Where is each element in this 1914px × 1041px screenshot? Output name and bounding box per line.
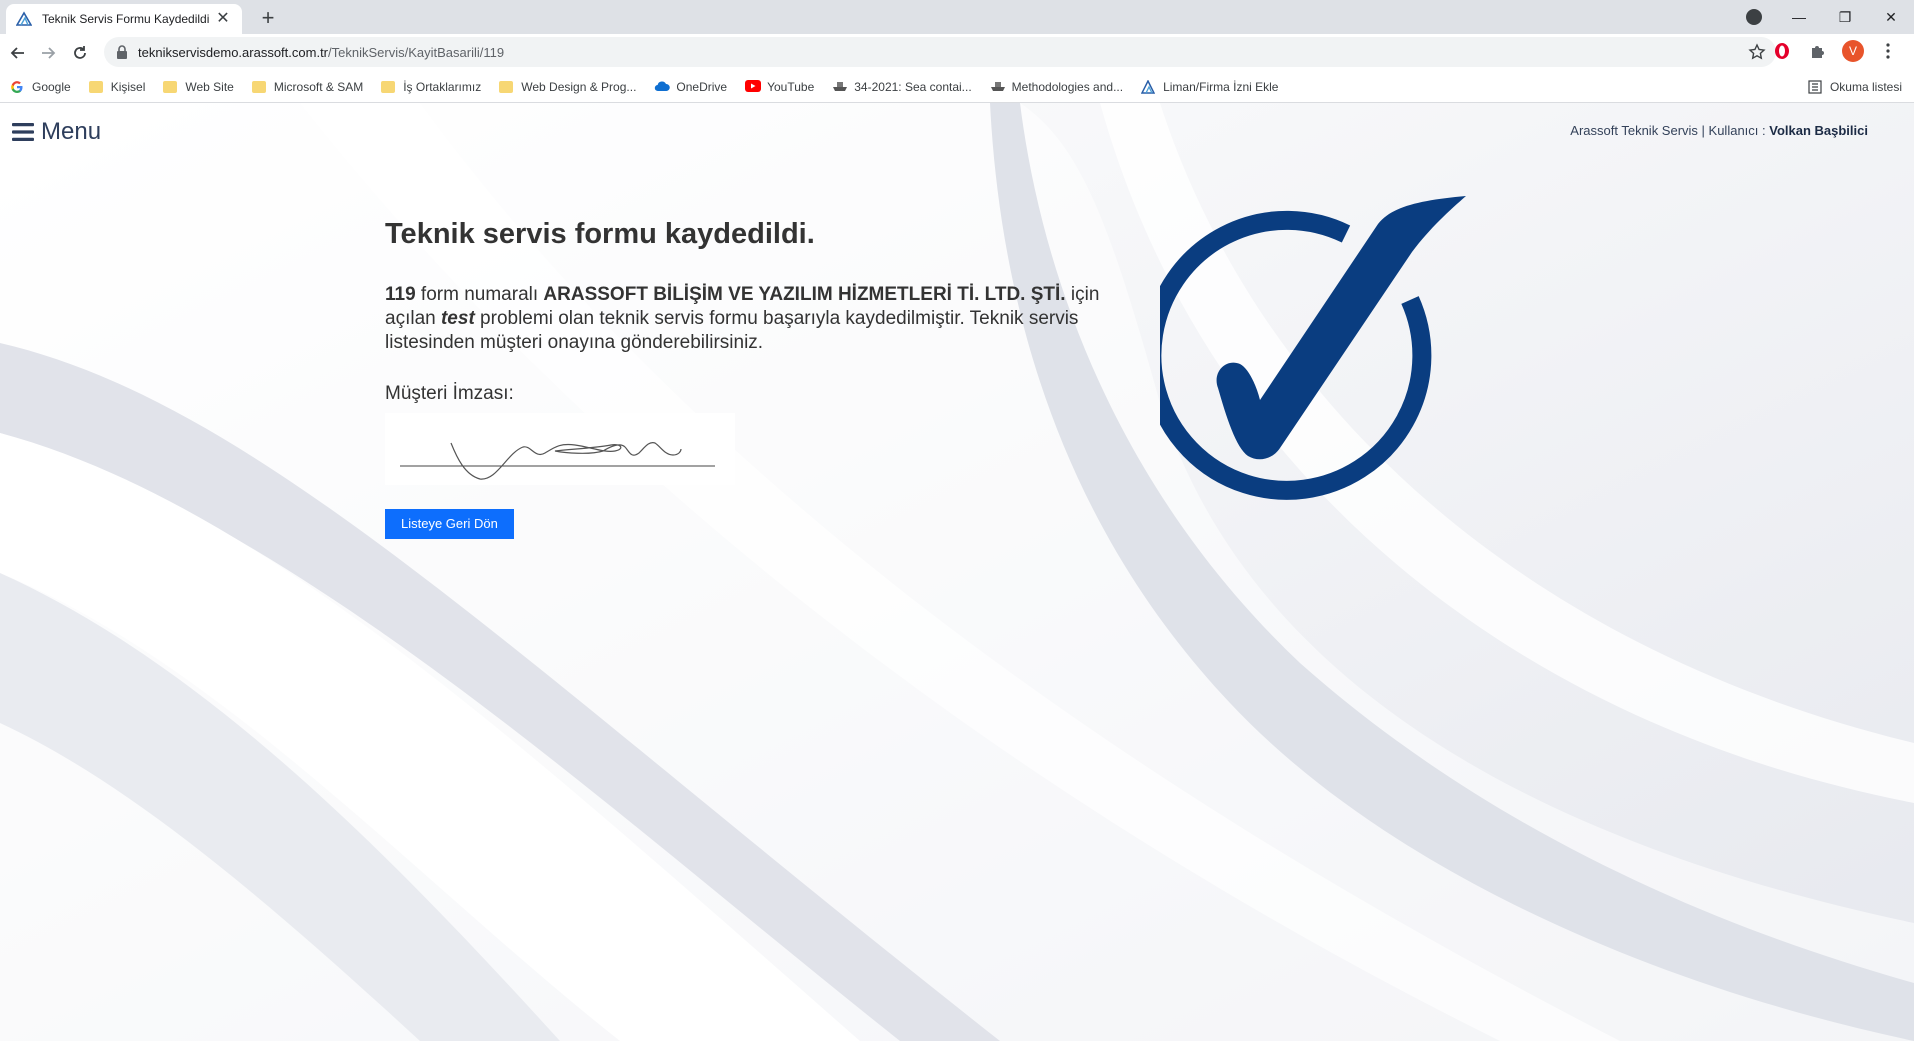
back-to-list-button[interactable]: Listeye Geri Dön: [385, 509, 514, 539]
user-name: Volkan Başbilici: [1769, 123, 1868, 138]
reading-list[interactable]: Okuma listesi: [1808, 71, 1902, 103]
menu-label: Menu: [41, 118, 102, 145]
folder-icon: [381, 80, 396, 93]
reload-icon[interactable]: [66, 39, 94, 67]
ship-icon: [832, 80, 848, 94]
user-info: Arassoft Teknik Servis | Kullanıcı : Vol…: [1570, 123, 1868, 138]
bookmarks-bar: Google Kişisel Web Site Microsoft & SAM …: [0, 71, 1914, 103]
customer-signature: [385, 413, 735, 485]
arassoft-icon: [1140, 78, 1156, 94]
new-tab-button[interactable]: +: [254, 5, 282, 33]
onedrive-icon: [654, 80, 671, 94]
signature-image: [400, 442, 715, 480]
restore-icon[interactable]: ❐: [1822, 0, 1868, 34]
reading-list-label: Okuma listesi: [1829, 80, 1902, 94]
hamburger-menu-icon: [12, 123, 34, 141]
bookmark-sea-container[interactable]: 34-2021: Sea contai...: [832, 79, 972, 94]
ship-icon: [990, 80, 1005, 94]
problem-name: test: [440, 308, 475, 329]
checkmark-circle-icon: [1160, 196, 1466, 500]
arassoft-favicon-icon: [16, 11, 32, 26]
folder-icon: [163, 80, 178, 93]
active-tab[interactable]: Teknik Servis Formu Kaydedildi ✕: [6, 4, 242, 34]
bookmark-label: Microsoft & SAM: [273, 79, 364, 94]
url-host: teknikservisdemo.arassoft.com.tr: [138, 44, 329, 60]
message-text-1: form numaralı: [415, 284, 544, 305]
bookmark-star-icon[interactable]: [1748, 43, 1766, 61]
message-text-3: problemi olan teknik servis formu başarı…: [385, 308, 1079, 353]
google-icon: [10, 80, 24, 94]
bookmark-methodologies[interactable]: Methodologies and...: [990, 80, 1123, 94]
folder-icon: [499, 80, 514, 93]
bookmark-label: Liman/Firma İzni Ekle: [1163, 79, 1279, 94]
bookmark-google[interactable]: Google: [10, 80, 71, 94]
success-panel: Teknik servis formu kaydedildi. 119 form…: [385, 218, 1125, 539]
puzzle-extensions-icon[interactable]: [1806, 39, 1830, 63]
extensions-area: V: [1770, 39, 1900, 63]
bookmark-youtube[interactable]: YouTube: [745, 79, 815, 94]
page-content: Menu Arassoft Teknik Servis | Kullanıcı …: [0, 103, 1914, 1041]
browser-toolbar: teknikservisdemo.arassoft.com.tr/TeknikS…: [0, 34, 1914, 71]
back-arrow-icon[interactable]: [4, 39, 32, 67]
forward-arrow-icon[interactable]: [34, 39, 62, 67]
opera-extension-icon[interactable]: [1770, 39, 1794, 63]
tab-strip: Teknik Servis Formu Kaydedildi ✕ + — ❐ ✕: [0, 0, 1914, 34]
avatar[interactable]: V: [1842, 40, 1864, 62]
bookmark-microsoft-sam[interactable]: Microsoft & SAM: [251, 79, 364, 94]
bookmark-label: Kişisel: [110, 79, 146, 94]
menu-button[interactable]: Menu: [12, 118, 101, 146]
url-path: /TeknikServis/KayitBasarili/119: [328, 44, 505, 60]
folder-icon: [88, 80, 103, 93]
bookmark-label: Methodologies and...: [1011, 79, 1124, 94]
bookmark-label: Web Design & Prog...: [521, 79, 637, 94]
company-label: Arassoft Teknik Servis: [1570, 123, 1698, 138]
bookmark-kisisel[interactable]: Kişisel: [88, 79, 146, 94]
bookmark-is-ortaklarimiz[interactable]: İş Ortaklarımız: [381, 80, 481, 94]
bookmark-label: YouTube: [767, 79, 815, 94]
bookmark-liman-firma[interactable]: Liman/Firma İzni Ekle: [1140, 78, 1279, 94]
minimize-icon[interactable]: —: [1776, 0, 1822, 34]
bookmark-label: Web Site: [185, 79, 234, 94]
user-label: Kullanıcı :: [1708, 123, 1766, 138]
bookmark-label: İş Ortaklarımız: [403, 79, 482, 94]
page-title: Teknik servis formu kaydedildi.: [385, 218, 815, 250]
kebab-menu-icon[interactable]: [1876, 39, 1900, 63]
bookmark-web-site[interactable]: Web Site: [163, 79, 234, 94]
profile-menu-icon[interactable]: [1746, 9, 1762, 25]
bookmark-web-design[interactable]: Web Design & Prog...: [499, 80, 636, 94]
bookmark-label: 34-2021: Sea contai...: [854, 79, 972, 94]
address-bar[interactable]: teknikservisdemo.arassoft.com.tr/TeknikS…: [104, 37, 1776, 67]
signature-label: Müşteri İmzası:: [385, 383, 514, 404]
close-window-icon[interactable]: ✕: [1868, 0, 1914, 34]
close-tab-icon[interactable]: ✕: [214, 11, 232, 27]
lock-icon: [117, 45, 127, 59]
tab-title: Teknik Servis Formu Kaydedildi: [42, 12, 210, 26]
folder-icon: [251, 80, 266, 93]
bookmark-label: Google: [32, 79, 71, 94]
youtube-icon: [745, 79, 762, 94]
bookmark-label: OneDrive: [676, 79, 728, 94]
reading-list-icon: [1808, 80, 1822, 94]
window-controls: — ❐ ✕: [1776, 0, 1914, 34]
customer-company: ARASSOFT BİLİŞİM VE YAZILIM HİZMETLERİ T…: [543, 284, 1066, 305]
form-number: 119: [385, 284, 416, 305]
bookmark-onedrive[interactable]: OneDrive: [654, 80, 727, 94]
success-message: 119 form numaralı ARASSOFT BİLİŞİM VE YA…: [385, 283, 1125, 355]
